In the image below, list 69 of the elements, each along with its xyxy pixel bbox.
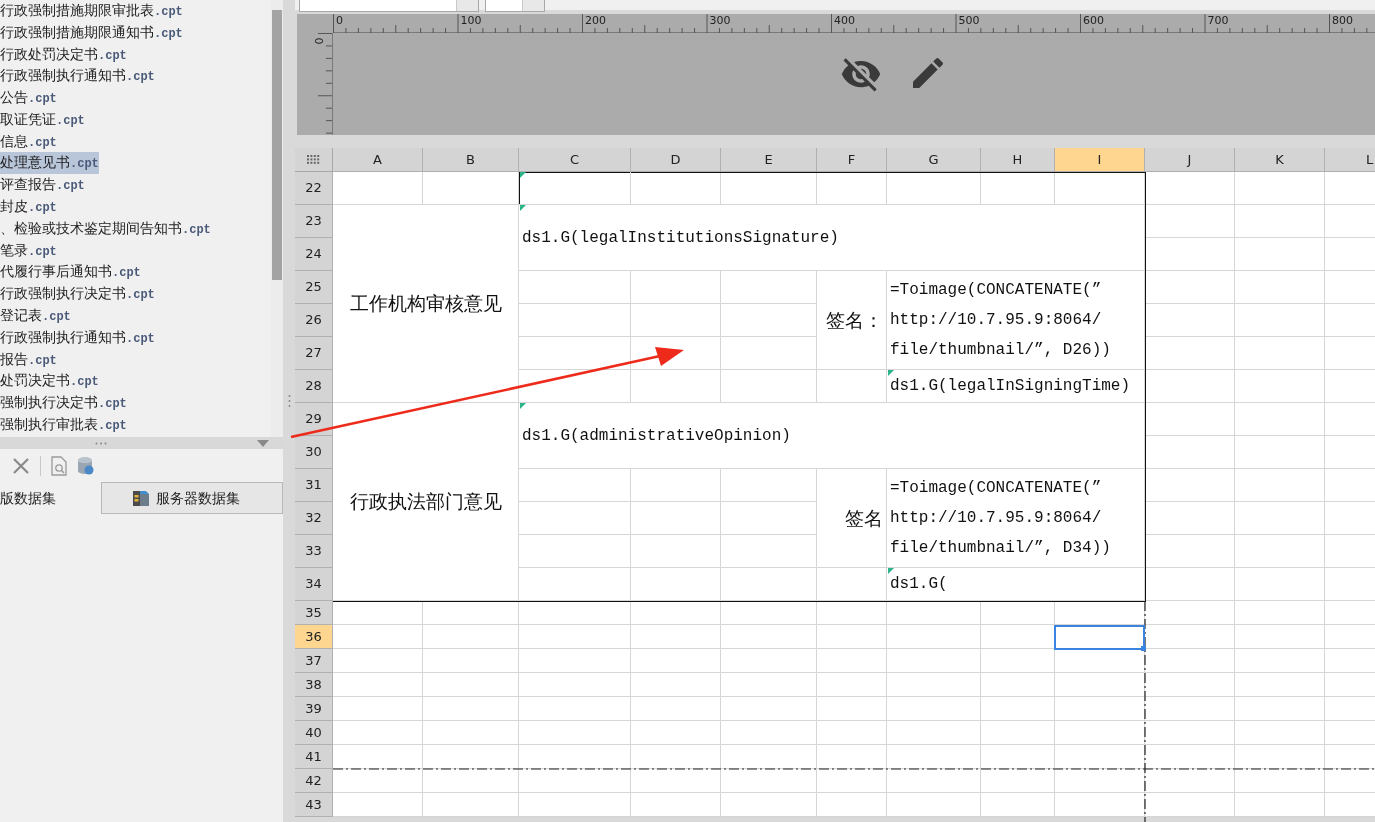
row-header[interactable]: 27 — [295, 337, 333, 370]
ruler-label: 0 — [335, 14, 344, 29]
ruler-label: 800 — [1331, 14, 1354, 29]
grip-icon[interactable] — [95, 441, 107, 445]
column-header[interactable]: H — [981, 148, 1055, 172]
row-header[interactable]: 36 — [295, 625, 333, 649]
table-cell[interactable]: 工作机构审核意见 — [333, 205, 518, 402]
table-cell[interactable]: ds1.G(administrativeOpinion) — [519, 403, 1144, 468]
row-header[interactable]: 33 — [295, 535, 333, 568]
ruler-label: 400 — [833, 14, 856, 29]
column-header[interactable]: J — [1145, 148, 1235, 172]
row-header[interactable]: 23 — [295, 205, 333, 238]
column-header[interactable]: E — [721, 148, 817, 172]
table-cell[interactable]: 签名 — [817, 469, 886, 567]
table-cell[interactable]: 行政执法部门意见 — [333, 403, 518, 600]
row-header[interactable]: 41 — [295, 745, 333, 769]
ruler-label: 700 — [1206, 14, 1230, 29]
table-cell[interactable]: ds1.G( — [887, 568, 1144, 600]
ruler-label: 0 — [311, 37, 324, 45]
table-cell[interactable]: ds1.G(legalInSigningTime) — [887, 370, 1144, 402]
close-icon[interactable] — [12, 456, 30, 475]
table-cell[interactable]: =Toimage(CONCATENATE(” http://10.7.95.9:8064/ file/thumbnail/”, D34)) — [887, 469, 1144, 567]
column-header[interactable]: I — [1055, 148, 1145, 172]
row-header[interactable]: 32 — [295, 502, 333, 535]
scrollbar[interactable] — [271, 0, 283, 437]
row-header[interactable]: 40 — [295, 721, 333, 745]
ruler-label: 300 — [708, 14, 732, 29]
row-header[interactable]: 42 — [295, 769, 333, 793]
ruler-label: 500 — [957, 14, 981, 29]
ruler-label: 600 — [1082, 14, 1105, 29]
ruler-label: 100 — [459, 14, 483, 29]
row-header[interactable]: 38 — [295, 673, 333, 697]
table-cell[interactable]: =Toimage(CONCATENATE(” http://10.7.95.9:8064/ file/thumbnail/”, D26)) — [887, 271, 1144, 369]
row-header[interactable]: 37 — [295, 649, 333, 673]
row-header[interactable]: 29 — [295, 403, 333, 436]
row-header[interactable]: 28 — [295, 370, 333, 403]
row-header[interactable]: 25 — [295, 271, 333, 304]
document-search-icon[interactable] — [51, 455, 67, 476]
dataset-tab[interactable]: 服务器数据集 — [101, 482, 283, 514]
row-header[interactable]: 34 — [295, 568, 333, 601]
row-header[interactable]: 22 — [295, 172, 333, 205]
row-header[interactable]: 24 — [295, 238, 333, 271]
column-header[interactable]: B — [423, 148, 519, 172]
row-header[interactable]: 43 — [295, 793, 333, 817]
column-header[interactable]: F — [817, 148, 887, 172]
select-all-corner[interactable] — [295, 148, 333, 172]
scrollbar-thumb[interactable] — [272, 10, 282, 280]
column-header[interactable]: A — [333, 148, 423, 172]
grip-icon[interactable] — [287, 394, 291, 408]
column-header[interactable]: L — [1325, 148, 1375, 172]
row-header[interactable]: 26 — [295, 304, 333, 337]
grid-icon — [307, 155, 320, 164]
font-size-field[interactable] — [485, 0, 545, 12]
ruler-label: 200 — [584, 14, 607, 29]
column-header[interactable]: D — [631, 148, 721, 172]
row-header[interactable]: 39 — [295, 697, 333, 721]
column-header[interactable]: C — [519, 148, 631, 172]
row-header[interactable]: 30 — [295, 436, 333, 469]
table-cell[interactable]: ds1.G(legalInstitutionsSignature) — [519, 205, 1144, 270]
font-field[interactable] — [299, 0, 479, 12]
column-header[interactable]: G — [887, 148, 981, 172]
caret-down-icon[interactable] — [257, 439, 269, 447]
table-cell[interactable] — [1054, 625, 1145, 650]
table-cell[interactable]: 签名： — [817, 271, 886, 369]
database-icon[interactable] — [77, 455, 95, 476]
row-header[interactable]: 31 — [295, 469, 333, 502]
column-header[interactable]: K — [1235, 148, 1325, 172]
row-header[interactable]: 35 — [295, 601, 333, 625]
server-icon — [132, 489, 150, 507]
